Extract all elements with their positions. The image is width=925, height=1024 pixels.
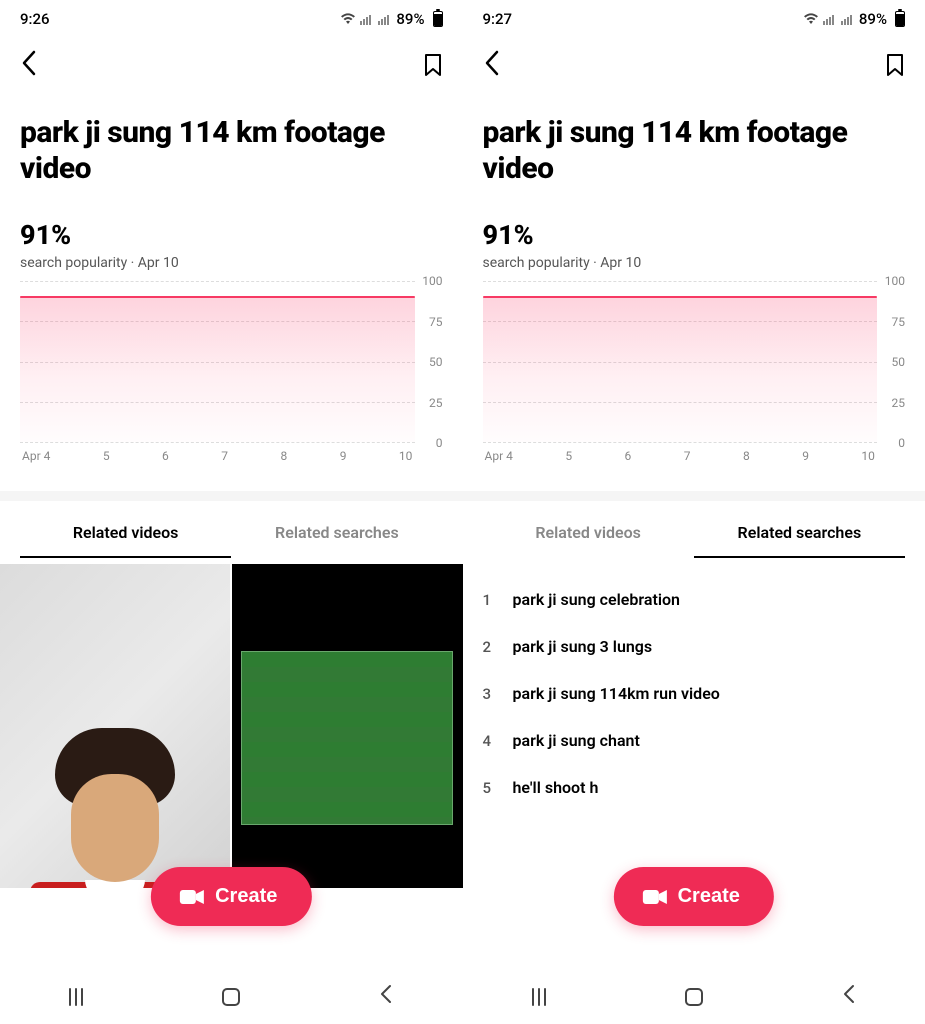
x-axis-labels: Apr 45678910 [483, 443, 906, 463]
signal-icon-2 [378, 13, 392, 25]
page-title: park ji sung 114 km footage video [20, 115, 443, 187]
search-text: park ji sung 114km run video [513, 684, 720, 703]
search-rank: 4 [483, 732, 495, 750]
related-searches-list: 1 park ji sung celebration 2 park ji sun… [463, 558, 925, 811]
nav-back[interactable] [842, 984, 856, 1010]
chart-line [20, 296, 415, 298]
section-divider [463, 491, 925, 501]
chart-line [483, 296, 878, 298]
video-thumbnail[interactable]: CREATORINSIGHTS [0, 564, 230, 888]
nav-home[interactable] [222, 988, 240, 1006]
android-nav-bar [0, 970, 463, 1024]
y-axis-labels: 100 75 50 25 0 [877, 281, 905, 443]
status-bar: 9:27 89% [463, 0, 925, 34]
search-text: he'll shoot h [513, 778, 599, 797]
create-label: Create [678, 885, 740, 908]
popularity-label: search popularity · Apr 10 [20, 255, 443, 271]
related-videos-grid: CREATORINSIGHTS Park ji sung 114 km foot… [0, 564, 463, 888]
signal-icon [360, 13, 374, 25]
search-item[interactable]: 1 park ji sung celebration [483, 576, 906, 623]
x-axis-labels: Apr 45678910 [20, 443, 443, 463]
back-button[interactable] [483, 50, 501, 83]
search-item[interactable]: 5 he'll shoot h [483, 764, 906, 811]
popularity-value: 91% [20, 219, 443, 251]
page-title: park ji sung 114 km footage video [483, 115, 906, 187]
search-item[interactable]: 4 park ji sung chant [483, 717, 906, 764]
android-nav-bar [463, 970, 925, 1024]
search-item[interactable]: 3 park ji sung 114km run video [483, 670, 906, 717]
tab-related-searches[interactable]: Related searches [694, 507, 905, 558]
tab-related-searches[interactable]: Related searches [231, 507, 442, 558]
search-item[interactable]: 2 park ji sung 3 lungs [483, 623, 906, 670]
signal-icon-2 [841, 13, 855, 25]
video-thumbnail[interactable]: Park ji sung 114 km footage video [232, 564, 462, 888]
search-rank: 1 [483, 591, 495, 609]
bookmark-icon[interactable] [885, 53, 905, 81]
player-portrait [30, 718, 200, 888]
tab-related-videos[interactable]: Related videos [483, 507, 694, 558]
y-axis-labels: 100 75 50 25 0 [415, 281, 443, 443]
football-pitch [241, 651, 453, 826]
popularity-label: search popularity · Apr 10 [483, 255, 906, 271]
tab-related-videos[interactable]: Related videos [20, 507, 231, 558]
status-bar: 9:26 89% [0, 0, 463, 34]
search-rank: 2 [483, 638, 495, 656]
clock: 9:27 [483, 10, 513, 28]
section-divider [0, 491, 463, 501]
signal-icon [823, 13, 837, 25]
nav-home[interactable] [685, 988, 703, 1006]
wifi-icon [340, 13, 356, 25]
camera-icon [179, 887, 205, 907]
battery-icon [433, 11, 443, 27]
battery-pct: 89% [396, 10, 424, 28]
nav-recents[interactable] [532, 988, 546, 1006]
create-label: Create [215, 885, 277, 908]
wifi-icon [803, 13, 819, 25]
back-button[interactable] [20, 50, 38, 83]
popularity-chart: 100 75 50 25 0 Apr 45678910 [463, 271, 925, 471]
battery-pct: 89% [859, 10, 887, 28]
bookmark-icon[interactable] [423, 53, 443, 81]
create-button[interactable]: Create [614, 867, 774, 926]
search-rank: 3 [483, 685, 495, 703]
popularity-chart: 100 75 50 25 0 Apr 45678910 [0, 271, 463, 471]
create-button[interactable]: Create [151, 867, 311, 926]
search-text: park ji sung 3 lungs [513, 637, 653, 656]
battery-icon [895, 11, 905, 27]
search-text: park ji sung celebration [513, 590, 681, 609]
clock: 9:26 [20, 10, 50, 28]
camera-icon [642, 887, 668, 907]
nav-back[interactable] [379, 984, 393, 1010]
chart-fill [483, 297, 878, 442]
nav-recents[interactable] [69, 988, 83, 1006]
chart-fill [20, 297, 415, 442]
popularity-value: 91% [483, 219, 906, 251]
search-text: park ji sung chant [513, 731, 640, 750]
search-rank: 5 [483, 779, 495, 797]
